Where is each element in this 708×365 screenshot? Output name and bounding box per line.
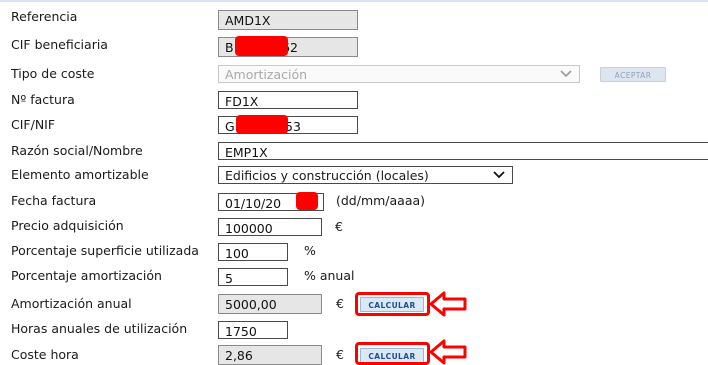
redaction-mark: [236, 115, 288, 134]
percent-anual-unit: % anual: [304, 268, 355, 283]
amortizacion-anual-field: 5000,00: [218, 294, 322, 314]
razon-social-input[interactable]: EMP1X: [218, 142, 708, 160]
cif-beneficiario-prefix: B: [225, 40, 234, 55]
precio-adquisicion-label: Precio adquisición: [11, 218, 124, 233]
cif-beneficiario-label: CIF beneficiaria: [11, 37, 108, 52]
elemento-amortizable-select[interactable]: Edificios y construcción (locales): [218, 166, 513, 184]
euro-unit: €: [335, 219, 343, 234]
tipo-coste-selected: Amortización: [225, 67, 308, 82]
porcentaje-amortizacion-label: Porcentaje amortización: [11, 268, 162, 283]
arrow-left-icon: [429, 339, 467, 365]
elemento-amortizable-label: Elemento amortizable: [11, 167, 149, 182]
referencia-field: AMD1X: [218, 10, 358, 30]
horas-anuales-input[interactable]: 1750: [218, 321, 288, 339]
coste-hora-field: 2,86: [218, 345, 322, 365]
redaction-mark: [296, 192, 318, 210]
tipo-coste-label: Tipo de coste: [11, 66, 95, 81]
euro-unit: €: [336, 296, 344, 311]
top-divider: [0, 0, 708, 2]
aceptar-button[interactable]: ACEPTAR: [600, 67, 666, 82]
percent-unit: %: [304, 243, 316, 258]
coste-hora-label: Coste hora: [11, 347, 79, 362]
fecha-format-hint: (dd/mm/aaaa): [336, 193, 426, 208]
tipo-coste-select[interactable]: Amortización: [218, 65, 580, 83]
chevron-down-icon: [493, 171, 505, 179]
elemento-amortizable-selected: Edificios y construcción (locales): [225, 168, 429, 183]
n-factura-label: Nº factura: [11, 92, 75, 107]
n-factura-input[interactable]: FD1X: [218, 91, 358, 109]
highlight-box: [355, 342, 430, 365]
razon-social-label: Razón social/Nombre: [11, 143, 143, 158]
arrow-left-icon: [429, 291, 467, 317]
euro-unit: €: [336, 347, 344, 362]
precio-adquisicion-input[interactable]: 100000: [218, 218, 322, 236]
referencia-label: Referencia: [11, 9, 78, 24]
porcentaje-superficie-label: Porcentaje superficie utilizada: [11, 243, 199, 258]
fecha-factura-label: Fecha factura: [11, 193, 97, 208]
horas-anuales-label: Horas anuales de utilización: [11, 321, 188, 336]
cif-nif-prefix: G: [225, 119, 235, 134]
cif-nif-label: CIF/NIF: [11, 117, 56, 132]
porcentaje-amortizacion-input[interactable]: 5: [218, 268, 288, 286]
redaction-mark: [235, 36, 288, 56]
chevron-down-icon: [560, 70, 572, 78]
porcentaje-superficie-input[interactable]: 100: [218, 243, 288, 261]
amortizacion-anual-label: Amortización anual: [11, 296, 132, 311]
highlight-box: [355, 292, 430, 316]
